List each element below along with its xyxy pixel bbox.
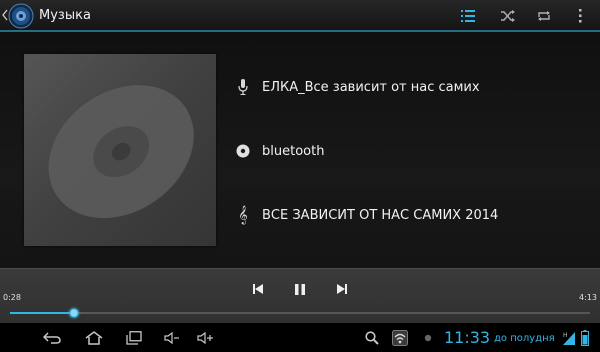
previous-button[interactable] [244,279,272,299]
home-icon [85,331,103,345]
status-clock: 11:33 [444,328,491,347]
pause-icon [295,283,305,295]
volume-down-button[interactable] [158,326,186,350]
disc-placeholder-icon [48,85,194,219]
album-name: ВСЕ ЗАВИСИТ ОТ НАС САМИХ 2014 [262,207,499,223]
overflow-menu-button[interactable] [566,4,594,28]
recent-apps-icon [126,331,142,345]
volume-up-button[interactable] [192,326,220,350]
track-title: ЕЛКА_Все зависит от нас самих [262,79,480,95]
repeat-icon [538,11,550,21]
artist-row: bluetooth [236,139,324,163]
home-button[interactable] [80,326,108,350]
battery-icon [581,330,589,346]
album-disc-icon [236,142,250,160]
now-playing-panel: ЕЛКА_Все зависит от нас самих bluetooth … [0,32,600,268]
app-title: Музыка [39,8,91,23]
system-bar: 11:33 до полудня H [0,323,600,352]
action-bar: Музыка [0,0,600,32]
playback-controls: 0:28 4:13 [0,268,600,324]
album-row: 𝄞 ВСЕ ЗАВИСИТ ОТ НАС САМИХ 2014 [236,203,498,227]
seek-bar[interactable] [10,312,590,314]
status-dot [414,326,442,350]
recent-apps-button[interactable] [120,326,148,350]
back-icon [43,332,61,344]
next-button[interactable] [328,279,356,299]
repeat-button[interactable] [530,4,558,28]
track-title-row: ЕЛКА_Все зависит от нас самих [236,75,480,99]
music-app-icon[interactable] [8,3,34,29]
search-icon [365,331,379,345]
status-am-pm: до полудня [494,333,555,344]
total-time: 4:13 [579,293,597,302]
shuffle-icon [501,10,515,22]
shuffle-button[interactable] [494,4,522,28]
pause-button[interactable] [286,279,314,299]
signal-indicator: H [562,326,576,350]
search-button[interactable] [358,326,386,350]
treble-clef-icon: 𝄞 [238,205,248,224]
artist-name: bluetooth [262,143,325,159]
wifi-notification-icon [392,330,408,346]
battery-indicator [578,326,592,350]
album-art [24,54,216,246]
signal-icon: H [563,332,575,345]
seek-progress [10,312,74,314]
microphone-icon [236,78,250,96]
playlist-icon [461,10,475,22]
playlist-button[interactable] [454,4,482,28]
current-time: 0:28 [3,293,21,302]
status-dot-icon [424,334,432,342]
back-button[interactable] [38,326,66,350]
overflow-menu-icon [579,9,582,23]
seek-thumb[interactable] [67,306,81,320]
volume-up-icon [197,332,213,344]
skip-next-icon [337,284,347,294]
skip-previous-icon [253,284,263,294]
svg-text:H: H [563,332,568,339]
volume-down-icon [164,332,179,344]
wifi-notification[interactable] [386,326,414,350]
